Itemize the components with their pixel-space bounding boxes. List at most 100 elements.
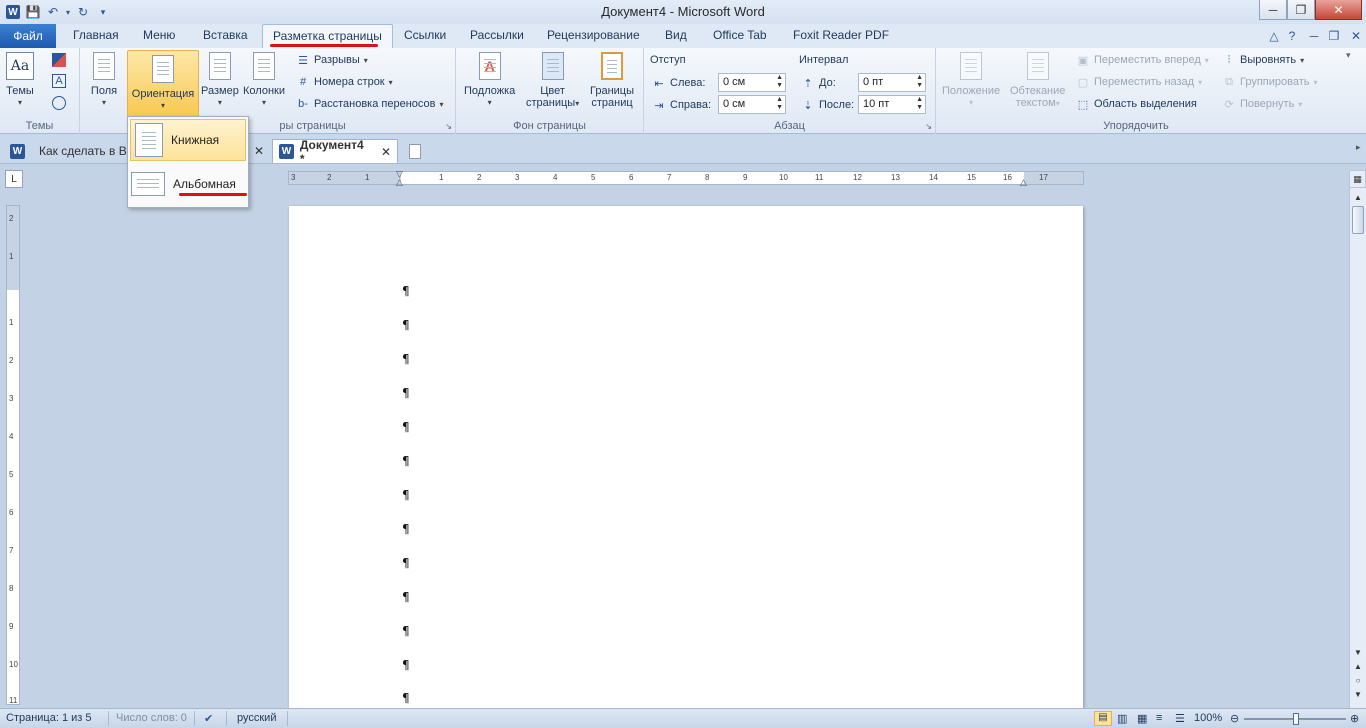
columns-button[interactable]: Колонки ▾	[243, 50, 285, 109]
horizontal-ruler[interactable]: 3 2 1 1 2 3 4 5 6 7 8 9 10 11 12 13 14 1…	[288, 169, 1084, 188]
indent-left-label: ⇤ Слева:	[652, 76, 705, 90]
orientation-portrait-option[interactable]: Книжная	[130, 119, 246, 161]
dialog-launcher-icon[interactable]: ↘	[925, 122, 932, 131]
breaks-button[interactable]: ☰ Разрывы ▾	[296, 53, 368, 67]
ribbon-scroll-icon[interactable]: ▾	[1346, 50, 1351, 61]
view-ruler-icon[interactable]: ▦	[1349, 170, 1366, 188]
word-count[interactable]: Число слов: 0	[116, 712, 187, 724]
paragraph-mark[interactable]: ¶	[402, 352, 410, 366]
tab-foxit-reader[interactable]: Foxit Reader PDF	[793, 28, 889, 42]
paragraph-mark[interactable]: ¶	[402, 488, 410, 502]
themes-button[interactable]: Aa Темы ▾	[6, 50, 34, 109]
theme-effects-icon[interactable]	[52, 96, 66, 110]
paragraph-mark[interactable]: ¶	[402, 522, 410, 536]
tab-home[interactable]: Главная	[73, 28, 119, 42]
paragraph-mark[interactable]: ¶	[402, 318, 410, 332]
rotate-button[interactable]: ⟳ Повернуть ▾	[1222, 97, 1302, 111]
full-screen-reading-icon[interactable]: ▥	[1117, 712, 1127, 725]
paragraph-mark[interactable]: ¶	[402, 284, 410, 298]
paragraph-mark[interactable]: ¶	[402, 590, 410, 604]
selection-pane-button[interactable]: ⬚ Область выделения	[1076, 97, 1197, 111]
indent-left-input[interactable]: 0 см ▲ ▼	[718, 73, 786, 92]
tab-insert[interactable]: Вставка	[203, 28, 248, 42]
close-button[interactable]: ✕	[1315, 0, 1362, 20]
send-backward-button[interactable]: ▢ Переместить назад ▾	[1076, 75, 1202, 89]
draft-view-icon[interactable]: ☰	[1175, 712, 1185, 725]
scroll-up-icon[interactable]: ▲	[1352, 191, 1364, 203]
browse-object-icon[interactable]: ○	[1352, 674, 1364, 686]
previous-page-icon[interactable]: ▲	[1352, 660, 1364, 672]
vertical-scrollbar[interactable]: ▲ ▼ ▲ ○ ▼	[1349, 188, 1366, 708]
margins-button[interactable]: Поля ▾	[90, 50, 118, 109]
paragraph-mark[interactable]: ¶	[402, 386, 410, 400]
spinner-arrows-icon[interactable]: ▲ ▼	[916, 74, 923, 90]
proofing-icon[interactable]: ✔	[204, 712, 213, 725]
paragraph-mark[interactable]: ¶	[402, 420, 410, 434]
language-indicator[interactable]: русский	[237, 712, 276, 724]
scroll-down-icon[interactable]: ▼	[1352, 646, 1364, 658]
tab-selector-button[interactable]: L	[5, 170, 23, 188]
close-tab-icon[interactable]: ✕	[381, 145, 391, 159]
page-borders-button[interactable]: Границы страниц	[590, 50, 634, 109]
ruler-number: 2	[9, 356, 14, 365]
theme-fonts-icon[interactable]: A	[52, 74, 66, 88]
tab-mailings[interactable]: Рассылки	[470, 28, 524, 42]
scrollbar-thumb[interactable]	[1352, 206, 1364, 234]
close-tab-icon[interactable]: ✕	[254, 144, 264, 158]
tabs-scroll-icon[interactable]: ▸	[1356, 142, 1361, 153]
minimize-button[interactable]: ─	[1259, 0, 1287, 20]
tab-review[interactable]: Рецензирование	[547, 28, 640, 42]
minimize-ribbon-icon[interactable]: △	[1266, 28, 1282, 44]
zoom-in-icon[interactable]: ⊕	[1350, 712, 1359, 725]
doc-tab-document4[interactable]: W Документ4 * ✕	[272, 138, 398, 166]
tab-file[interactable]: Файл	[0, 24, 56, 48]
right-indent-marker-icon[interactable]: △	[1020, 177, 1027, 188]
group-objects-button[interactable]: ⧉ Группировать ▾	[1222, 75, 1317, 89]
restore-button[interactable]: ❐	[1287, 0, 1315, 20]
help-icon[interactable]: ?	[1284, 28, 1300, 44]
page-counter[interactable]: Страница: 1 из 5	[6, 712, 92, 724]
tab-menu[interactable]: Меню	[143, 28, 175, 42]
spinner-arrows-icon[interactable]: ▲ ▼	[916, 96, 923, 112]
paragraph-mark[interactable]: ¶	[402, 658, 410, 672]
dialog-launcher-icon[interactable]: ↘	[445, 122, 452, 131]
indent-right-input[interactable]: 0 см ▲ ▼	[718, 95, 786, 114]
orientation-button[interactable]: Ориентация ▾	[127, 50, 199, 118]
left-indent-marker-icon[interactable]: △	[396, 177, 403, 188]
outline-view-icon[interactable]: ≡	[1156, 712, 1162, 724]
position-button[interactable]: Положение ▾	[942, 50, 1000, 109]
web-layout-icon[interactable]: ▦	[1137, 712, 1147, 725]
size-button[interactable]: Размер ▾	[201, 50, 239, 109]
orientation-landscape-option[interactable]: Альбомная	[130, 163, 246, 205]
tab-references[interactable]: Ссылки	[404, 28, 446, 42]
wrap-text-button[interactable]: Обтекание текстом▾	[1010, 50, 1065, 110]
spacing-after-input[interactable]: 10 пт ▲ ▼	[858, 95, 926, 114]
spacing-before-input[interactable]: 0 пт ▲ ▼	[858, 73, 926, 92]
paragraph-mark[interactable]: ¶	[402, 454, 410, 468]
document-page[interactable]: ¶ ¶ ¶ ¶ ¶ ¶ ¶ ¶ ¶ ¶ ¶ ¶ ¶	[289, 206, 1083, 708]
new-tab-button[interactable]	[401, 139, 429, 163]
spinner-arrows-icon[interactable]: ▲ ▼	[776, 74, 783, 90]
page-color-button[interactable]: Цвет страницы▾	[526, 50, 579, 110]
hyphenation-button[interactable]: b‐ Расстановка переносов ▾	[296, 97, 443, 111]
vertical-ruler[interactable]: 2 1 1 2 3 4 5 6 7 8 9 10 11	[6, 205, 20, 705]
theme-colors-icon[interactable]	[52, 53, 66, 67]
tab-view[interactable]: Вид	[665, 28, 687, 42]
print-layout-view-icon[interactable]: ▤	[1094, 711, 1112, 726]
doc-restore-icon[interactable]: ❐	[1326, 28, 1342, 44]
zoom-level[interactable]: 100%	[1194, 712, 1222, 724]
spinner-arrows-icon[interactable]: ▲ ▼	[776, 96, 783, 112]
paragraph-mark[interactable]: ¶	[402, 556, 410, 570]
paragraph-mark[interactable]: ¶	[402, 691, 410, 705]
zoom-slider-thumb[interactable]	[1293, 713, 1299, 725]
line-numbers-button[interactable]: # Номера строк ▾	[296, 75, 393, 89]
next-page-icon[interactable]: ▼	[1352, 688, 1364, 700]
doc-close-icon[interactable]: ✕	[1348, 28, 1364, 44]
doc-minimize-icon[interactable]: ─	[1306, 28, 1322, 44]
paragraph-mark[interactable]: ¶	[402, 624, 410, 638]
tab-office-tab[interactable]: Office Tab	[713, 28, 767, 42]
zoom-out-icon[interactable]: ⊖	[1230, 712, 1239, 725]
bring-forward-button[interactable]: ▣ Переместить вперед ▾	[1076, 53, 1209, 67]
watermark-button[interactable]: A Подложка ▾	[464, 50, 515, 109]
align-button[interactable]: ⫶ Выровнять ▾	[1222, 53, 1305, 67]
